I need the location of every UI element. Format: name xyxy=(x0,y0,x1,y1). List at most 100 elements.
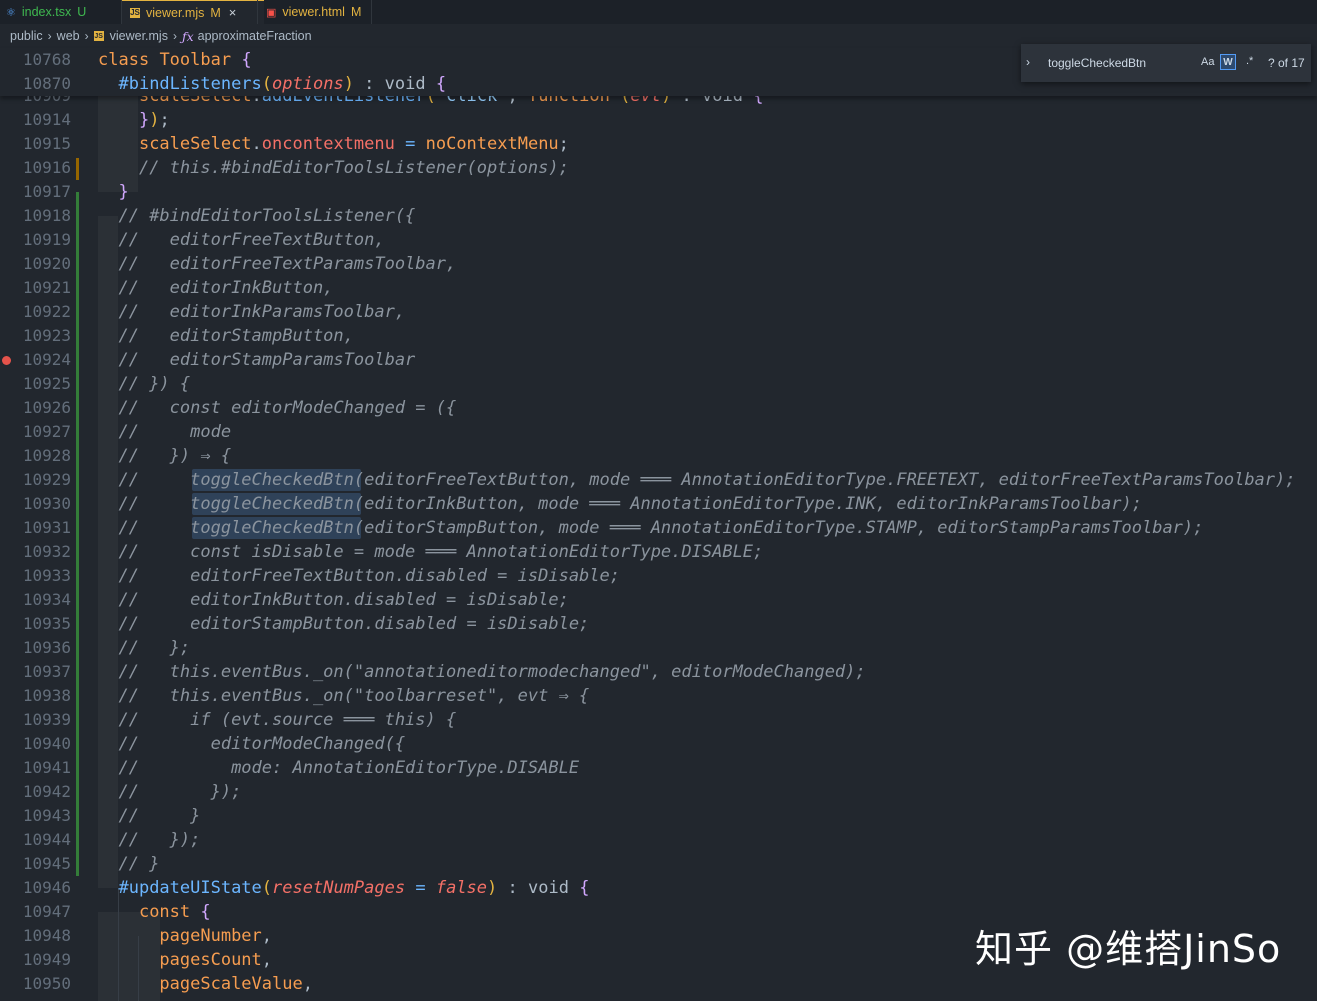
code-text[interactable]: // editorInkButton.disabled = isDisable; xyxy=(98,588,568,612)
code-line[interactable]: 10941 // mode: AnnotationEditorType.DISA… xyxy=(0,756,1317,780)
line-number[interactable]: 10923 xyxy=(0,324,71,348)
code-line[interactable]: 10926 // const editorModeChanged = ({ xyxy=(0,396,1317,420)
code-line[interactable]: 10944 // }); xyxy=(0,828,1317,852)
code-line[interactable]: 10915 scaleSelect.oncontextmenu = noCont… xyxy=(0,132,1317,156)
code-text[interactable]: // }) ⇒ { xyxy=(98,444,231,468)
line-number[interactable]: 10916 xyxy=(0,156,71,180)
code-text[interactable]: #bindListeners(options) : void { xyxy=(98,72,446,96)
code-text[interactable]: // editorStampButton, xyxy=(98,324,353,348)
code-text[interactable]: } xyxy=(98,180,128,204)
code-text[interactable]: pageNumber, xyxy=(98,924,272,948)
line-number[interactable]: 10932 xyxy=(0,540,71,564)
code-text[interactable]: // editorModeChanged({ xyxy=(98,732,405,756)
line-number[interactable]: 10920 xyxy=(0,252,71,276)
code-text[interactable]: // this.#bindEditorToolsListener(options… xyxy=(98,156,569,180)
code-line[interactable]: 10938 // this.eventBus._on("toolbarreset… xyxy=(0,684,1317,708)
code-text[interactable]: // #bindEditorToolsListener({ xyxy=(98,204,415,228)
line-number[interactable]: 10938 xyxy=(0,684,71,708)
line-number[interactable]: 10948 xyxy=(0,924,71,948)
tab-viewer-html[interactable]: ▣ viewer.html M xyxy=(258,0,378,24)
code-line[interactable]: 10920 // editorFreeTextParamsToolbar, xyxy=(0,252,1317,276)
chevron-right-icon[interactable]: › xyxy=(1026,55,1030,69)
code-text[interactable]: class Toolbar { xyxy=(98,48,252,72)
code-line[interactable]: 10934 // editorInkButton.disabled = isDi… xyxy=(0,588,1317,612)
code-text[interactable]: // editorStampButton.disabled = isDisabl… xyxy=(98,612,589,636)
line-number[interactable]: 10940 xyxy=(0,732,71,756)
code-text[interactable]: // } xyxy=(98,852,159,876)
code-line[interactable]: 10925 // }) { xyxy=(0,372,1317,396)
breadcrumb-item-web[interactable]: web xyxy=(57,29,80,43)
code-line[interactable]: 10950 pageScaleValue, xyxy=(0,972,1317,996)
line-number[interactable]: 10870 xyxy=(0,72,71,96)
line-number[interactable]: 10936 xyxy=(0,636,71,660)
code-line[interactable]: 10928 // }) ⇒ { xyxy=(0,444,1317,468)
line-number[interactable]: 10946 xyxy=(0,876,71,900)
code-line[interactable]: 10930 // toggleCheckedBtn(editorInkButto… xyxy=(0,492,1317,516)
line-number[interactable]: 10928 xyxy=(0,444,71,468)
line-number[interactable]: 10927 xyxy=(0,420,71,444)
line-number[interactable]: 10917 xyxy=(0,180,71,204)
code-line[interactable]: 10922 // editorInkParamsToolbar, xyxy=(0,300,1317,324)
code-text[interactable]: }); xyxy=(98,108,170,132)
code-line[interactable]: 10923 // editorStampButton, xyxy=(0,324,1317,348)
line-number[interactable]: 10933 xyxy=(0,564,71,588)
code-line[interactable]: 10914 }); xyxy=(0,108,1317,132)
code-text[interactable]: // editorStampParamsToolbar xyxy=(98,348,415,372)
find-input[interactable]: toggleCheckedBtn xyxy=(1048,56,1146,70)
line-number[interactable]: 10768 xyxy=(0,48,71,72)
line-number[interactable]: 10943 xyxy=(0,804,71,828)
line-number[interactable]: 10919 xyxy=(0,228,71,252)
code-line[interactable]: 10936 // }; xyxy=(0,636,1317,660)
code-text[interactable]: // editorFreeTextButton, xyxy=(98,228,384,252)
code-text[interactable]: // const editorModeChanged = ({ xyxy=(98,396,456,420)
code-line[interactable]: 10935 // editorStampButton.disabled = is… xyxy=(0,612,1317,636)
tab-index-tsx[interactable]: ⚛ index.tsx U xyxy=(0,0,118,24)
code-text[interactable]: const { xyxy=(98,900,211,924)
code-line[interactable]: 10940 // editorModeChanged({ xyxy=(0,732,1317,756)
line-number[interactable]: 10949 xyxy=(0,948,71,972)
line-number[interactable]: 10939 xyxy=(0,708,71,732)
code-line[interactable]: 10929 // toggleCheckedBtn(editorFreeText… xyxy=(0,468,1317,492)
breadcrumb-item-symbol[interactable]: approximateFraction xyxy=(198,29,312,43)
code-line[interactable]: 10924 // editorStampParamsToolbar xyxy=(0,348,1317,372)
code-line[interactable]: 10942 // }); xyxy=(0,780,1317,804)
code-text[interactable]: // const isDisable = mode ═══ Annotation… xyxy=(98,540,763,564)
whole-word-toggle[interactable]: W xyxy=(1220,54,1236,70)
code-text[interactable]: // toggleCheckedBtn(editorInkButton, mod… xyxy=(98,492,1142,516)
code-text[interactable]: // editorInkButton, xyxy=(98,276,333,300)
code-text[interactable]: // if (evt.source ═══ this) { xyxy=(98,708,456,732)
line-number[interactable]: 10921 xyxy=(0,276,71,300)
code-text[interactable]: // this.eventBus._on("annotationeditormo… xyxy=(98,660,865,684)
code-line[interactable]: 10939 // if (evt.source ═══ this) { xyxy=(0,708,1317,732)
line-number[interactable]: 10947 xyxy=(0,900,71,924)
line-number[interactable]: 10944 xyxy=(0,828,71,852)
line-number[interactable]: 10929 xyxy=(0,468,71,492)
line-number[interactable]: 10918 xyxy=(0,204,71,228)
line-number[interactable]: 10941 xyxy=(0,756,71,780)
code-line[interactable]: 10937 // this.eventBus._on("annotationed… xyxy=(0,660,1317,684)
line-number[interactable]: 10950 xyxy=(0,972,71,996)
code-line[interactable]: 10931 // toggleCheckedBtn(editorStampBut… xyxy=(0,516,1317,540)
regex-toggle[interactable]: .* xyxy=(1246,55,1253,67)
line-number[interactable]: 10942 xyxy=(0,780,71,804)
breadcrumb-item-public[interactable]: public xyxy=(10,29,43,43)
code-text[interactable]: // }); xyxy=(98,780,241,804)
breadcrumb-item-file[interactable]: viewer.mjs xyxy=(110,29,168,43)
line-number[interactable]: 10922 xyxy=(0,300,71,324)
close-icon[interactable]: × xyxy=(229,5,237,20)
code-text[interactable]: // toggleCheckedBtn(editorStampButton, m… xyxy=(98,516,1203,540)
code-text[interactable]: // }); xyxy=(98,828,200,852)
line-number[interactable]: 10915 xyxy=(0,132,71,156)
code-editor[interactable]: 10768 class Toolbar { 10870 #bindListeners… xyxy=(0,48,1317,1001)
line-number[interactable]: 10925 xyxy=(0,372,71,396)
breakpoint-icon[interactable] xyxy=(2,356,11,365)
line-number[interactable]: 10945 xyxy=(0,852,71,876)
tab-viewer-mjs[interactable]: JS viewer.mjs M × xyxy=(122,0,264,24)
code-text[interactable]: pagesCount, xyxy=(98,948,272,972)
line-number[interactable]: 10934 xyxy=(0,588,71,612)
code-text[interactable]: // toggleCheckedBtn(editorFreeTextButton… xyxy=(98,468,1295,492)
code-line[interactable]: 10933 // editorFreeTextButton.disabled =… xyxy=(0,564,1317,588)
code-text[interactable]: // }) { xyxy=(98,372,190,396)
code-text[interactable]: // } xyxy=(98,804,200,828)
line-number[interactable]: 10926 xyxy=(0,396,71,420)
